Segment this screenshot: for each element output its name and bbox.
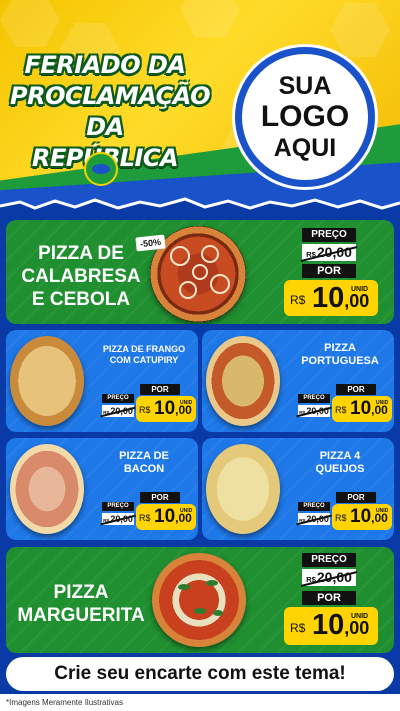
product-name-line: PIZZA [53,582,109,603]
product-card[interactable]: PIZZA 4 QUEIJOS POR PREÇO R$20,00 R$ 10,… [202,438,394,540]
cta-banner[interactable]: Crie seu encarte com este tema! [6,657,394,691]
product-name-line: PORTUGUESA [301,355,379,367]
por-label: POR [140,492,180,503]
featured-product-card[interactable]: PIZZA MARGUERITA PREÇO R$20,00 POR R$ 10… [6,547,394,653]
pizza-marguerita-image [152,553,246,647]
product-name-line: PIZZA DE [119,450,169,462]
basil-leaves-icon [178,580,223,616]
product-name-line: PIZZA 4 [319,450,361,462]
disclaimer-text: *Imagens Meramente Ilustrativas [6,698,123,707]
torn-paper-edge [0,197,400,222]
product-name-line: CALABRESA [21,266,141,287]
product-name-line: BACON [123,463,165,475]
logo-text: AQUI [273,134,337,162]
old-price: R$20,00 [296,513,332,526]
new-price: R$ 10,00 UNID [332,504,392,530]
old-price: R$20,00 [300,569,358,587]
logo-text: LOGO [260,100,350,133]
product-name: PIZZA PORTUGUESA [288,342,392,368]
flag-badge-icon [84,152,118,186]
product-name-line: QUEIJOS [315,463,365,475]
pizza-frango-image [10,336,84,426]
price-label: PREÇO [102,502,134,511]
product-card[interactable]: PIZZA PORTUGUESA POR PREÇO R$20,00 R$ 10… [202,330,394,432]
product-name-line: PIZZA DE [38,243,124,264]
new-price: R$ 10,00 UNID [136,504,196,530]
product-card[interactable]: PIZZA DE BACON POR PREÇO R$20,00 R$ 10,0… [6,438,198,540]
old-price: R$20,00 [100,513,136,526]
featured-product-card[interactable]: PIZZA DE CALABRESA E CEBOLA PREÇO R$20,0… [6,220,394,324]
price-label: PREÇO [302,228,356,242]
logo-text: SUA [278,72,332,100]
pizza-portuguesa-image [206,336,280,426]
hexagon-decoration [180,0,240,37]
old-price: R$20,00 [300,244,358,262]
product-name: PIZZA MARGUERITA [16,581,146,627]
product-name-line: PIZZA DE FRANGO [102,344,186,354]
price-label: PREÇO [298,502,330,511]
product-name-line: E CEBOLA [31,289,131,310]
por-label: POR [302,264,356,278]
product-name: PIZZA DE FRANGO COM CATUPIRY [92,344,196,366]
hexagon-decoration [330,3,390,57]
price-label: PREÇO [102,394,134,403]
product-name-line: COM CATUPIRY [109,355,179,365]
pizza-bacon-image [10,444,84,534]
product-name: PIZZA DE BACON [92,450,196,476]
por-label: POR [302,591,356,605]
new-price: R$ 10,00 UNID [284,607,378,645]
discount-badge: -50% [135,234,166,252]
headline-line: PROCLAMAÇÃO [10,82,211,110]
pizza-4-queijos-image [206,444,280,534]
hexagon-decoration [0,0,60,47]
new-price: R$ 10,00 UNID [284,280,378,316]
product-name-line: MARGUERITA [17,605,145,626]
por-label: POR [336,492,376,503]
price-label: PREÇO [302,553,356,567]
product-card[interactable]: PIZZA DE FRANGO COM CATUPIRY POR PREÇO R… [6,330,198,432]
por-label: POR [336,384,376,395]
new-price: R$ 10,00 UNID [136,396,196,422]
product-name: PIZZA DE CALABRESA E CEBOLA [16,242,146,311]
old-price: R$20,00 [296,405,332,418]
logo-placeholder[interactable]: SUA LOGO AQUI [235,47,375,187]
old-price: R$20,00 [100,405,136,418]
por-label: POR [140,384,180,395]
product-name-line: PIZZA [324,342,356,354]
product-name: PIZZA 4 QUEIJOS [288,450,392,476]
price-label: PREÇO [298,394,330,403]
headline-line: FERIADO DA [24,51,186,79]
new-price: R$ 10,00 UNID [332,396,392,422]
